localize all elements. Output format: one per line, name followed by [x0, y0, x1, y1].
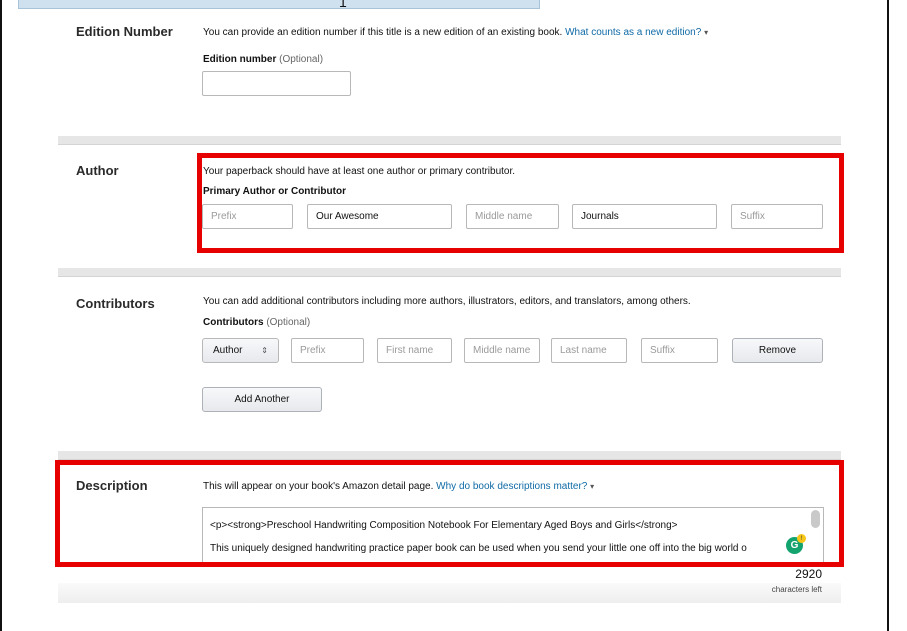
top-banner: 1	[18, 0, 540, 10]
edition-description-text: You can provide an edition number if thi…	[203, 27, 563, 38]
contributors-section-title: Contributors	[76, 296, 155, 311]
edition-description: You can provide an edition number if thi…	[203, 27, 708, 38]
caret-down-icon: ▾	[704, 28, 709, 37]
top-banner-glyph: 1	[339, 0, 347, 10]
contributor-prefix-input[interactable]: Prefix	[291, 338, 364, 363]
edition-optional-tag: (Optional)	[279, 54, 324, 65]
characters-left-count: 2920	[795, 567, 822, 581]
edition-section-title: Edition Number	[76, 24, 173, 39]
remove-contributor-button[interactable]: Remove	[732, 338, 823, 363]
select-arrows-icon: ⇕	[261, 346, 268, 355]
contributor-first-name-input[interactable]: First name	[377, 338, 452, 363]
add-another-button[interactable]: Add Another	[202, 387, 322, 412]
contributor-role-value: Author	[213, 345, 243, 356]
bottom-fade	[58, 583, 841, 603]
contributor-last-name-input[interactable]: Last name	[551, 338, 627, 363]
description-highlight-box	[55, 460, 844, 567]
contributors-optional-tag: (Optional)	[266, 317, 311, 328]
window-border-left	[0, 0, 2, 631]
contributor-middle-name-input[interactable]: Middle name	[464, 338, 540, 363]
contributor-role-select[interactable]: Author ⇕	[202, 338, 279, 363]
characters-left-label: characters left	[771, 585, 822, 594]
author-highlight-box	[197, 153, 844, 253]
author-section-title: Author	[76, 163, 119, 178]
edition-help-link[interactable]: What counts as a new edition?	[565, 27, 701, 38]
contributors-field-label: Contributors (Optional)	[203, 317, 310, 328]
edition-field-label: Edition number (Optional)	[203, 54, 323, 65]
edition-field-label-text: Edition number	[203, 54, 277, 65]
section-divider	[58, 268, 841, 277]
section-divider	[58, 451, 841, 460]
contributors-description: You can add additional contributors incl…	[203, 296, 691, 307]
contributor-suffix-input[interactable]: Suffix	[641, 338, 718, 363]
contributors-field-label-text: Contributors	[203, 317, 264, 328]
edition-number-input[interactable]	[202, 71, 351, 96]
window-border-right	[887, 0, 889, 631]
section-divider	[58, 136, 841, 145]
